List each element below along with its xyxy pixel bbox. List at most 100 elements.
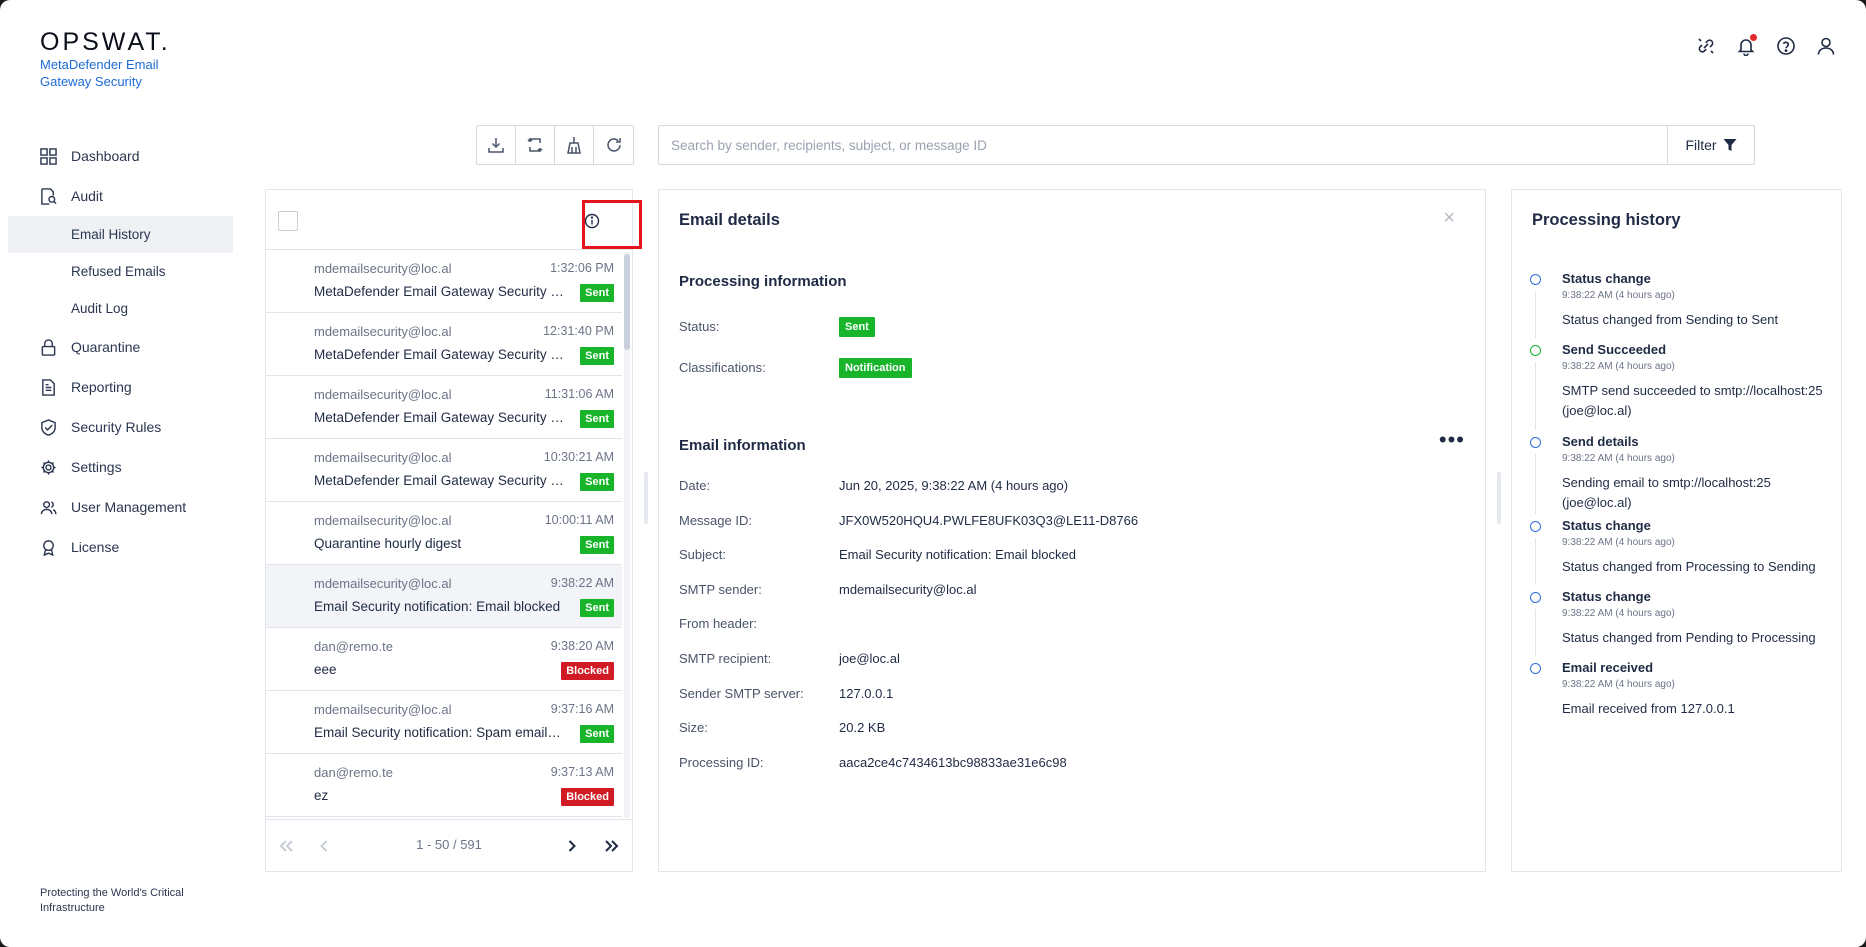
field-value: mdemailsecurity@loc.al <box>839 582 977 597</box>
refresh-button[interactable] <box>594 126 633 164</box>
history-event-time: 9:38:22 AM (4 hours ago) <box>1562 290 1675 301</box>
list-resize-handle[interactable] <box>644 472 648 524</box>
sidebar-item-label: Security Rules <box>71 419 162 435</box>
timeline-line <box>1535 454 1536 514</box>
gear-icon <box>41 460 56 475</box>
link-broken-button[interactable] <box>1696 36 1716 56</box>
history-event-time: 9:38:22 AM (4 hours ago) <box>1562 679 1675 690</box>
notification-dot <box>1750 34 1757 41</box>
processing-info-title: Processing information <box>679 273 847 290</box>
email-details-panel: Email details × Processing information S… <box>658 189 1486 872</box>
email-subject: MetaDefender Email Gateway Security repo… <box>314 284 564 299</box>
timeline-line <box>1535 362 1536 430</box>
sidebar-item-reporting[interactable]: Reporting <box>8 367 233 407</box>
sidebar-item-email-history[interactable]: Email History <box>8 216 233 253</box>
email-row[interactable]: mdemailsecurity@loc.al 9:37:16 AM Email Se… <box>266 691 622 754</box>
history-event-desc: Status changed from Processing to Sendin… <box>1562 559 1816 574</box>
email-row[interactable]: mdemailsecurity@loc.al 11:31:06 AM MetaDef… <box>266 376 622 439</box>
email-row[interactable]: mdemailsecurity@loc.al 9:38:22 AM Email Se… <box>266 565 622 628</box>
email-time: 9:38:22 AM <box>550 576 614 590</box>
users-icon <box>40 501 57 515</box>
history-event-title: Status change <box>1562 271 1651 286</box>
lock-icon <box>41 339 56 356</box>
field-label: Processing ID: <box>679 755 764 770</box>
pagination: 1 - 50 / 591 <box>266 819 632 871</box>
more-options-button[interactable]: ••• <box>1439 429 1465 451</box>
history-event-time: 9:38:22 AM (4 hours ago) <box>1562 453 1675 464</box>
next-page-button[interactable] <box>562 836 582 856</box>
email-row[interactable]: dan@remo.te 9:38:20 AM eee Blocked <box>266 628 622 691</box>
sidebar-item-settings[interactable]: Settings <box>8 447 233 487</box>
sidebar-item-label: Reporting <box>71 379 132 395</box>
field-value: Email Security notification: Email block… <box>839 547 1076 562</box>
list-scrollbar-thumb[interactable] <box>624 254 630 350</box>
download-icon <box>488 138 504 153</box>
details-resize-handle[interactable] <box>1497 472 1501 524</box>
opswat-logo: OPSWAT. <box>40 28 171 56</box>
sidebar-item-refused-emails[interactable]: Refused Emails <box>8 253 233 290</box>
sidebar-item-quarantine[interactable]: Quarantine <box>8 327 233 367</box>
field-value: aaca2ce4c7434613bc98833ae31e6c98 <box>839 755 1067 770</box>
clean-button[interactable] <box>555 126 594 164</box>
status-badge: Sent <box>580 599 614 617</box>
email-time: 12:31:40 PM <box>543 324 614 338</box>
report-icon <box>42 379 55 396</box>
reprocess-icon <box>527 137 543 153</box>
app-window: OPSWAT. MetaDefender Email Gateway Secur… <box>0 0 1866 947</box>
info-button-highlight <box>582 200 642 249</box>
field-value: JFX0W520HQU4.PWLFE8UFK03Q3@LE11-D8766 <box>839 513 1139 528</box>
field-value: 127.0.0.1 <box>839 686 894 701</box>
user-icon <box>1817 37 1835 55</box>
user-profile-button[interactable] <box>1816 36 1836 56</box>
last-page-button[interactable] <box>602 836 622 856</box>
chevron-right-icon <box>568 840 576 852</box>
history-event-desc: SMTP send succeeded to smtp://localhost:… <box>1562 383 1823 418</box>
email-row[interactable]: mdemailsecurity@loc.al 10:30:21 AM MetaDef… <box>266 439 622 502</box>
email-subject: MetaDefender Email Gateway Security repo… <box>314 473 564 488</box>
filter-button[interactable]: Filter <box>1667 126 1754 164</box>
sidebar-item-audit-log[interactable]: Audit Log <box>8 290 233 327</box>
email-list-header <box>266 190 632 250</box>
history-event-desc: Email received from 127.0.0.1 <box>1562 701 1735 716</box>
email-sender: mdemailsecurity@loc.al <box>314 450 452 465</box>
history-event-desc: Status changed from Pending to Processin… <box>1562 630 1816 645</box>
close-details-button[interactable]: × <box>1443 208 1455 228</box>
email-time: 9:37:13 AM <box>550 765 614 779</box>
status-badge: Sent <box>580 284 614 302</box>
email-row[interactable]: dan@remo.te 9:37:13 AM ez Blocked <box>266 754 622 817</box>
history-event-title: Status change <box>1562 589 1651 604</box>
sidebar-item-audit[interactable]: Audit <box>8 176 233 216</box>
email-subject: MetaDefender Email Gateway Security repo… <box>314 410 564 425</box>
download-button[interactable] <box>477 126 516 164</box>
sidebar-item-label: Settings <box>71 459 122 475</box>
email-row[interactable]: mdemailsecurity@loc.al 12:31:40 PM MetaDef… <box>266 313 622 376</box>
timeline-dot <box>1530 521 1541 532</box>
field-label: Size: <box>679 720 708 735</box>
field-label: Subject: <box>679 547 726 562</box>
search-input[interactable] <box>659 126 1667 164</box>
email-row[interactable]: mdemailsecurity@loc.al 10:00:11 AM Quarant… <box>266 502 622 565</box>
help-button[interactable] <box>1776 36 1796 56</box>
sidebar-item-user-management[interactable]: User Management <box>8 487 233 527</box>
email-list-panel: mdemailsecurity@loc.al 1:32:06 PM MetaDefe… <box>265 189 633 872</box>
select-all-checkbox[interactable] <box>278 211 298 231</box>
email-time: 9:37:16 AM <box>550 702 614 716</box>
sidebar-item-label: Dashboard <box>71 148 140 164</box>
email-row[interactable]: mdemailsecurity@loc.al 1:32:06 PM MetaDefe… <box>266 250 622 313</box>
history-event-time: 9:38:22 AM (4 hours ago) <box>1562 537 1675 548</box>
email-time: 9:38:20 AM <box>550 639 614 653</box>
help-icon <box>1777 37 1795 55</box>
sidebar-item-dashboard[interactable]: Dashboard <box>8 136 233 176</box>
reprocess-button[interactable] <box>516 126 555 164</box>
email-subject: eee <box>314 662 337 677</box>
field-label: Message ID: <box>679 513 752 528</box>
email-subject: Email Security notification: Email block… <box>314 599 561 614</box>
timeline-line <box>1535 609 1536 656</box>
status-badge: Sent <box>580 347 614 365</box>
notifications-button[interactable] <box>1736 34 1757 57</box>
field-value: 20.2 KB <box>839 720 886 735</box>
sidebar-item-security-rules[interactable]: Security Rules <box>8 407 233 447</box>
email-sender: dan@remo.te <box>314 765 393 780</box>
status-badge: Blocked <box>561 788 614 806</box>
sidebar-item-license[interactable]: License <box>8 527 233 567</box>
